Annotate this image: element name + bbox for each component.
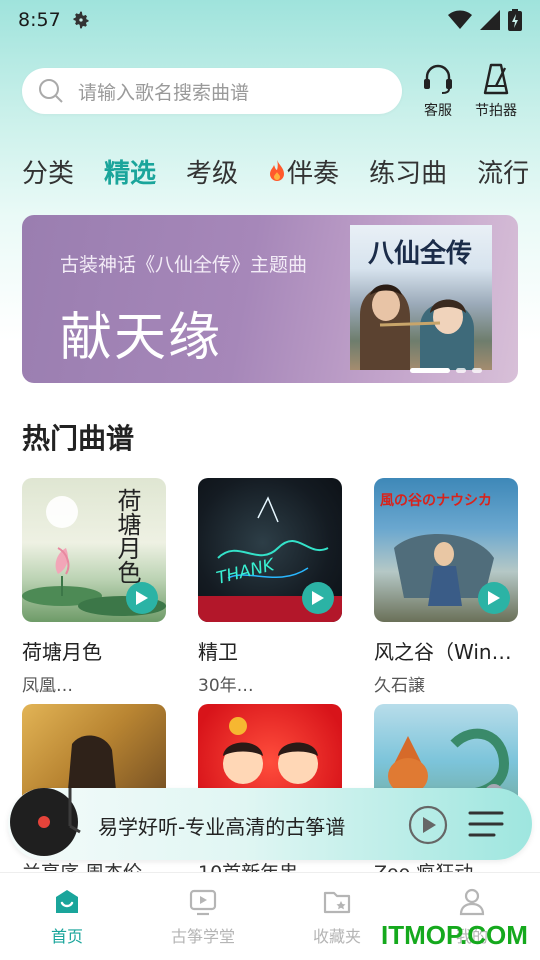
cell-signal-icon <box>480 10 500 30</box>
play-icon <box>312 591 324 605</box>
play-button[interactable] <box>302 582 334 614</box>
tab-label: 伴奏 <box>287 158 340 189</box>
tab-label: 精选 <box>104 158 157 189</box>
hot-scores-heading: 热门曲谱 <box>22 422 135 455</box>
banner-cover-figures <box>360 284 474 370</box>
header: 请输入歌名搜索曲谱 客服 节拍器 <box>0 60 540 124</box>
flame-icon <box>270 160 285 181</box>
tab-accompaniment[interactable]: 伴奏 <box>268 153 339 190</box>
song-card[interactable]: 荷塘月色 荷塘月色 凤凰… <box>22 478 166 696</box>
play-icon <box>488 591 500 605</box>
banner-page-indicator <box>410 368 482 373</box>
banner-cover-image: 八仙全传 <box>350 225 492 370</box>
customer-service-button[interactable]: 客服 <box>408 62 468 120</box>
nav-home[interactable]: 首页 <box>17 887 117 947</box>
nav-classroom[interactable]: 古筝学堂 <box>153 887 253 947</box>
user-icon <box>459 888 485 916</box>
featured-banner[interactable]: 古装神话《八仙全传》主题曲 献天缘 八仙全传 <box>22 215 518 383</box>
song-cover-jingwei: THANK <box>198 478 342 622</box>
folder-star-icon <box>323 891 351 914</box>
song-card[interactable]: 風の谷のナウシカ 风之谷（Win… 久石譲 <box>374 478 518 696</box>
customer-service-label: 客服 <box>424 103 452 119</box>
song-cover-nausicaa: 風の谷のナウシカ <box>374 478 518 622</box>
banner-dot <box>472 368 482 373</box>
banner-dot-active <box>410 368 450 373</box>
nav-favorites[interactable]: 收藏夹 <box>287 887 387 947</box>
wifi-icon <box>448 10 472 29</box>
tab-label: 练习曲 <box>369 158 448 189</box>
status-bar: 8:57 <box>0 0 540 40</box>
metronome-icon <box>483 63 509 95</box>
banner-subtitle: 古装神话《八仙全传》主题曲 <box>60 254 308 276</box>
play-button[interactable] <box>126 582 158 614</box>
headset-icon <box>424 64 452 94</box>
search-icon <box>39 79 63 103</box>
settings-gear-icon <box>73 11 89 29</box>
nav-home-label: 首页 <box>50 927 83 946</box>
search-input[interactable]: 请输入歌名搜索曲谱 <box>22 68 402 114</box>
tab-etudes[interactable]: 练习曲 <box>369 153 447 190</box>
tab-category[interactable]: 分类 <box>22 153 74 190</box>
tab-label: 考级 <box>186 158 239 189</box>
song-title: 荷塘月色 <box>22 640 102 664</box>
watermark-text: ITMOP.COM <box>381 920 528 950</box>
battery-icon <box>508 9 522 31</box>
mini-player[interactable]: 易学好听-专业高清的古筝谱 <box>8 788 532 860</box>
home-icon <box>56 890 78 913</box>
tab-label: 分类 <box>22 158 75 189</box>
tab-pop[interactable]: 流行 <box>477 153 529 190</box>
playlist-button[interactable] <box>468 808 504 840</box>
tab-label: 流行 <box>477 158 530 189</box>
play-icon <box>136 591 148 605</box>
nav-classroom-label: 古筝学堂 <box>170 927 235 946</box>
song-card[interactable]: THANK 精卫 30年… <box>198 478 342 696</box>
status-time: 8:57 <box>18 9 61 31</box>
song-subtitle: 30年… <box>198 676 254 696</box>
metronome-button[interactable]: 节拍器 <box>466 62 526 120</box>
tab-grading[interactable]: 考级 <box>186 153 238 190</box>
song-cover-lotus: 荷塘月色 <box>22 478 166 622</box>
search-placeholder: 请输入歌名搜索曲谱 <box>78 81 250 104</box>
song-title: 风之谷（Win… <box>374 640 512 664</box>
player-title: 易学好听-专业高清的古筝谱 <box>98 815 346 839</box>
play-pause-button[interactable] <box>408 805 448 845</box>
song-title: 精卫 <box>198 640 238 664</box>
song-subtitle: 凤凰… <box>22 676 73 696</box>
category-tabs: 分类 精选 考级 伴奏 练习曲 流行 <box>0 146 540 196</box>
tab-featured[interactable]: 精选 <box>104 153 156 190</box>
banner-title: 献天缘 <box>60 308 223 368</box>
nav-favorites-label: 收藏夹 <box>312 927 361 946</box>
banner-dot <box>456 368 466 373</box>
song-subtitle: 久石譲 <box>374 676 425 696</box>
video-classroom-icon <box>189 889 217 916</box>
tonearm-icon <box>68 788 81 834</box>
play-button[interactable] <box>478 582 510 614</box>
metronome-label: 节拍器 <box>475 103 517 119</box>
